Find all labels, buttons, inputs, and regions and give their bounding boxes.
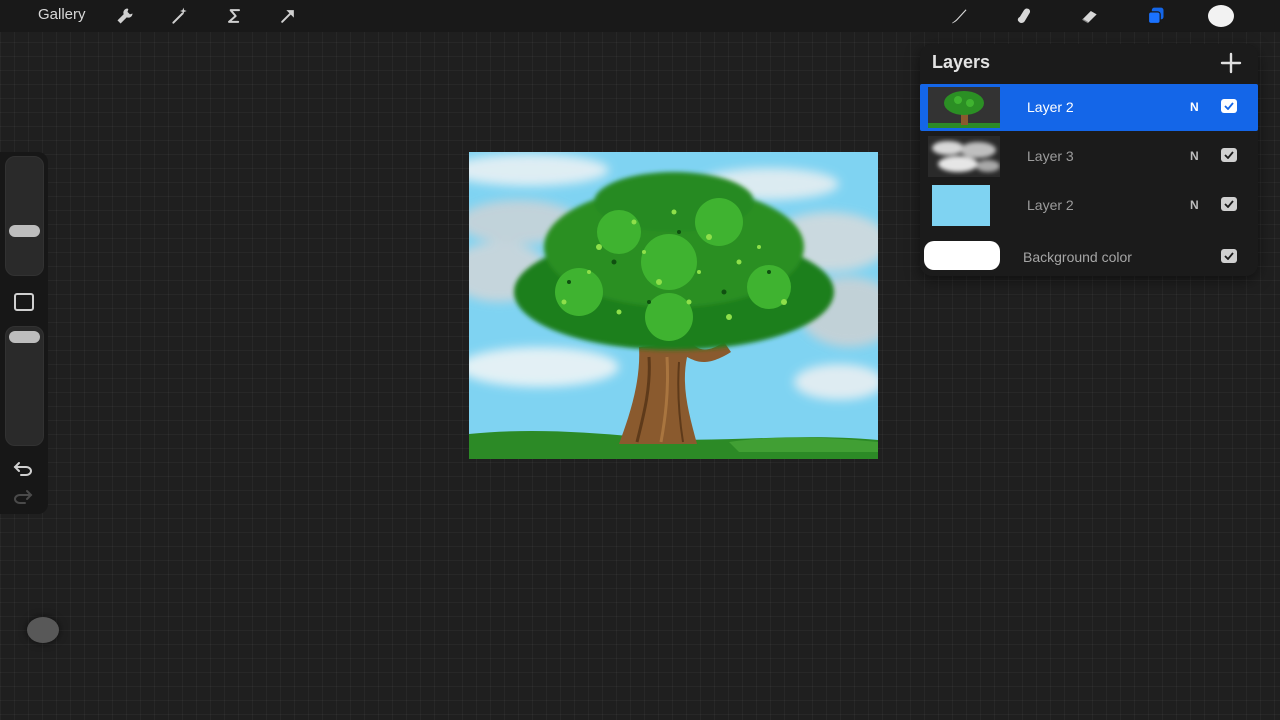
- add-layer-button[interactable]: [1218, 50, 1244, 76]
- eraser-icon: [1082, 11, 1097, 24]
- selection-s-icon: [228, 9, 240, 23]
- plus-icon: [1220, 52, 1242, 74]
- undo-button[interactable]: [12, 460, 34, 478]
- left-sidebar: [0, 152, 48, 514]
- wrench-icon: [117, 8, 133, 24]
- opacity-handle[interactable]: [9, 331, 40, 343]
- transform-button[interactable]: [275, 3, 301, 29]
- layer-name: Layer 3: [1027, 148, 1074, 164]
- layer-blend-mode[interactable]: N: [1190, 198, 1199, 212]
- checkmark-icon: [1224, 102, 1234, 110]
- checkmark-icon: [1224, 151, 1234, 159]
- layer-visibility-checkbox[interactable]: [1221, 99, 1237, 113]
- layer-visibility-checkbox[interactable]: [1221, 148, 1237, 162]
- redo-button[interactable]: [12, 488, 34, 506]
- magic-wand-icon: [172, 7, 187, 24]
- color-swatch-icon: [1208, 5, 1234, 27]
- brush-size-handle[interactable]: [9, 225, 40, 237]
- layer-blend-mode[interactable]: N: [1190, 100, 1199, 114]
- eyedropper-modifier-button[interactable]: [27, 617, 59, 643]
- layer-thumbnail-clouds: [928, 136, 1000, 177]
- brush-size-slider[interactable]: [5, 156, 44, 276]
- layer-visibility-checkbox[interactable]: [1221, 197, 1237, 211]
- brush-button[interactable]: [946, 3, 972, 29]
- gallery-button[interactable]: Gallery: [38, 6, 86, 23]
- layers-icon: [1147, 7, 1164, 25]
- layer-name: Layer 2: [1027, 99, 1074, 115]
- opacity-slider[interactable]: [5, 326, 44, 446]
- layer-row[interactable]: Layer 2 N: [920, 84, 1258, 131]
- layer-thumbnail-sky: [928, 185, 1000, 226]
- eraser-button[interactable]: [1077, 3, 1103, 29]
- adjustments-button[interactable]: [167, 3, 193, 29]
- layer-thumbnail-tree: [928, 87, 1000, 128]
- arrow-cursor-icon: [281, 10, 294, 23]
- redo-icon: [13, 490, 33, 504]
- checkmark-icon: [1224, 252, 1234, 260]
- layer-row[interactable]: Layer 3 N: [920, 133, 1258, 180]
- background-visibility-checkbox[interactable]: [1221, 249, 1237, 263]
- top-toolbar: Gallery: [0, 0, 1280, 32]
- layers-button[interactable]: [1143, 3, 1169, 29]
- smudge-finger-icon: [1017, 8, 1031, 23]
- layer-row[interactable]: Layer 2 N: [920, 182, 1258, 229]
- tree-artwork: [469, 152, 878, 459]
- background-color-row[interactable]: Background color: [920, 239, 1258, 273]
- layers-panel: Layers Layer 2 N Layer 3 N Layer 2 N Bac…: [920, 44, 1258, 276]
- undo-icon: [13, 462, 33, 476]
- square-modify-icon[interactable]: [14, 293, 34, 311]
- layer-name: Layer 2: [1027, 197, 1074, 213]
- drawing-canvas[interactable]: [469, 152, 878, 459]
- layers-panel-title: Layers: [932, 52, 991, 72]
- checkmark-icon: [1224, 200, 1234, 208]
- procreate-workspace: Gallery Layers Layer 2 N Layer 3 N Layer…: [0, 0, 1280, 720]
- brush-icon: [951, 9, 967, 24]
- actions-button[interactable]: [112, 3, 138, 29]
- smudge-button[interactable]: [1011, 3, 1037, 29]
- layer-blend-mode[interactable]: N: [1190, 149, 1199, 163]
- color-button[interactable]: [1208, 3, 1234, 29]
- selection-button[interactable]: [221, 3, 247, 29]
- background-color-swatch[interactable]: [924, 241, 1000, 270]
- background-color-label: Background color: [1023, 249, 1132, 265]
